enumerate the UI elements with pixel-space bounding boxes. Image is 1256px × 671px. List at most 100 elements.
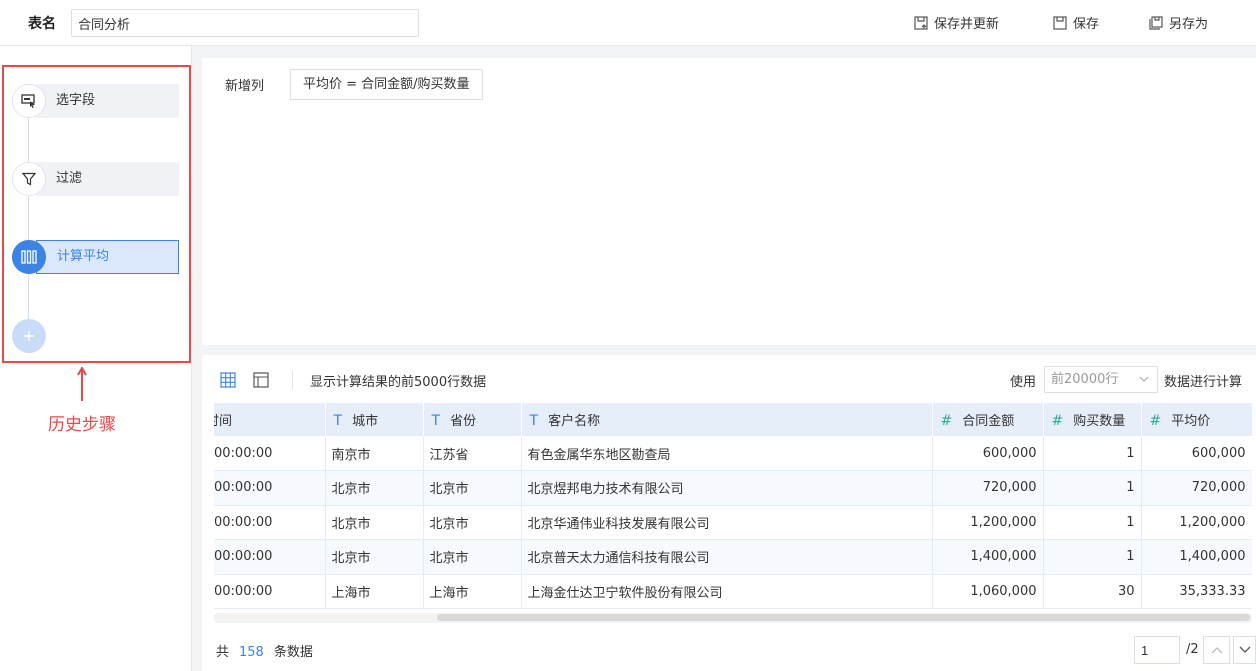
formula-panel: 新增列 平均价 = 合同金额/购买数量 <box>202 58 1256 345</box>
column-header[interactable]: # 平均价 <box>1141 403 1252 436</box>
page-total: /2 <box>1186 642 1199 657</box>
preview-info: 显示计算结果的前5000行数据 <box>310 375 487 390</box>
save-icon <box>1053 15 1067 30</box>
table-header-row: 时间 T 城市 T 省份 T 客户名称 # 合同金额 # 购买数量 # 平均价 <box>214 403 1252 436</box>
column-header-label: 城市 <box>352 414 379 429</box>
formula-chip[interactable]: 平均价 = 合同金额/购买数量 <box>290 69 483 100</box>
save-button[interactable]: 保存 <box>1053 13 1099 32</box>
table-cell: 北京普天太力通信科技有限公司 <box>521 539 933 575</box>
column-header[interactable]: # 合同金额 <box>932 403 1044 436</box>
rows-limit-select[interactable]: 前20000行 <box>1044 366 1158 393</box>
up-arrow-icon <box>77 367 87 401</box>
new-column-label: 新增列 <box>225 79 265 94</box>
scrollbar-thumb[interactable] <box>437 614 1250 621</box>
table-cell: 江苏省 <box>423 436 522 471</box>
history-step-calc-average[interactable]: 计算平均 <box>12 240 179 274</box>
table-cell: 有色金属华东地区勘查局 <box>521 436 933 471</box>
compute-label: 数据进行计算 <box>1164 375 1243 390</box>
table-cell: 南京市 <box>325 436 424 471</box>
table-cell: 00:00:00 <box>214 574 326 609</box>
rows-limit-value: 前20000行 <box>1051 372 1119 387</box>
table-cell: 北京市 <box>325 470 424 506</box>
data-table: 时间 T 城市 T 省份 T 客户名称 # 合同金额 # 购买数量 # 平均价 00:00:… <box>214 403 1252 625</box>
table-cell: 上海市 <box>423 574 522 609</box>
text-type-icon: T <box>431 413 441 429</box>
table-cell: 北京华通伟业科技发展有限公司 <box>521 505 933 540</box>
table-cell: 北京煜邦电力技术有限公司 <box>521 470 933 506</box>
history-step-select-field[interactable]: 选字段 <box>12 84 179 118</box>
column-header[interactable]: # 购买数量 <box>1043 403 1142 436</box>
table-cell: 1,400,000 <box>932 539 1044 575</box>
table-cell: 北京市 <box>423 470 522 506</box>
page-number-input[interactable] <box>1134 636 1180 664</box>
table-cell: 00:00:00 <box>214 436 326 471</box>
table-cell: 1,200,000 <box>1141 505 1252 540</box>
row-count: 共 158 条数据 <box>216 641 313 660</box>
table-cell: 600,000 <box>1141 436 1252 471</box>
table-cell: 上海市 <box>325 574 424 609</box>
history-step-label: 过滤 <box>36 162 179 196</box>
chevron-up-icon <box>1211 647 1222 654</box>
table-cell: 北京市 <box>423 505 522 540</box>
save-as-icon <box>1149 15 1163 30</box>
table-row: 00:00:00 北京市 北京市 北京普天太力通信科技有限公司 1,400,00… <box>214 539 1252 575</box>
text-type-icon: T <box>333 413 343 429</box>
column-header-label: 客户名称 <box>548 414 601 429</box>
table-cell: 30 <box>1043 574 1142 609</box>
table-row: 00:00:00 上海市 上海市 上海金仕达卫宁软件股份有限公司 1,060,0… <box>214 574 1252 609</box>
column-calc-icon <box>12 240 46 274</box>
column-header[interactable]: T 客户名称 <box>521 403 933 436</box>
history-step-filter[interactable]: 过滤 <box>12 162 179 196</box>
table-view-icon[interactable] <box>220 372 236 388</box>
column-header-label: 购买数量 <box>1073 414 1126 429</box>
next-page-button[interactable] <box>1233 636 1256 664</box>
row-count-value: 158 <box>239 645 264 660</box>
horizontal-scrollbar[interactable] <box>214 613 1252 623</box>
table-cell: 35,333.33 <box>1141 574 1252 609</box>
table-name-input[interactable] <box>71 9 419 37</box>
table-cell: 720,000 <box>932 470 1044 506</box>
table-cell: 北京市 <box>325 539 424 575</box>
history-step-label: 选字段 <box>36 84 179 118</box>
column-header[interactable]: T 城市 <box>325 403 424 436</box>
save-and-update-label: 保存并更新 <box>934 17 1000 32</box>
prev-page-button[interactable] <box>1203 636 1230 664</box>
table-cell: 00:00:00 <box>214 470 326 506</box>
toolbar-divider <box>292 371 293 389</box>
use-label: 使用 <box>1010 375 1037 390</box>
save-as-label: 另存为 <box>1169 17 1209 32</box>
layout-view-icon[interactable] <box>253 372 269 388</box>
column-header-label: 合同金额 <box>962 414 1015 429</box>
table-cell: 720,000 <box>1141 470 1252 506</box>
save-update-icon <box>914 15 928 30</box>
table-row: 00:00:00 南京市 江苏省 有色金属华东地区勘查局 600,000 1 6… <box>214 436 1252 471</box>
table-cell: 1 <box>1043 539 1142 575</box>
table-name-label: 表名 <box>28 16 56 32</box>
number-type-icon: # <box>1149 413 1162 429</box>
chevron-down-icon <box>1139 376 1149 382</box>
table-cell: 1 <box>1043 436 1142 471</box>
table-cell: 1 <box>1043 505 1142 540</box>
select-field-icon <box>12 84 46 118</box>
column-header-label: 时间 <box>214 414 233 429</box>
table-row: 00:00:00 北京市 北京市 北京煜邦电力技术有限公司 720,000 1 … <box>214 470 1252 506</box>
save-as-button[interactable]: 另存为 <box>1149 13 1208 32</box>
number-type-icon: # <box>1051 413 1064 429</box>
top-bar: 表名 保存并更新 保存 另存为 <box>0 0 1256 46</box>
column-header[interactable]: T 省份 <box>423 403 522 436</box>
preview-panel: 显示计算结果的前5000行数据 使用 前20000行 数据进行计算 时间 T 城市… <box>202 355 1256 671</box>
table-cell: 北京市 <box>423 539 522 575</box>
filter-icon <box>12 162 46 196</box>
table-cell: 00:00:00 <box>214 505 326 540</box>
table-cell: 1 <box>1043 470 1142 506</box>
save-and-update-button[interactable]: 保存并更新 <box>914 13 999 32</box>
number-type-icon: # <box>940 413 953 429</box>
table-cell: 600,000 <box>932 436 1044 471</box>
column-header[interactable]: 时间 <box>214 403 326 436</box>
column-header-label: 省份 <box>450 414 477 429</box>
table-row: 00:00:00 北京市 北京市 北京华通伟业科技发展有限公司 1,200,00… <box>214 505 1252 540</box>
table-cell: 北京市 <box>325 505 424 540</box>
history-steps-annotation: 历史步骤 <box>48 415 116 435</box>
history-step-label: 计算平均 <box>36 240 179 274</box>
row-count-prefix: 共 <box>216 645 230 660</box>
